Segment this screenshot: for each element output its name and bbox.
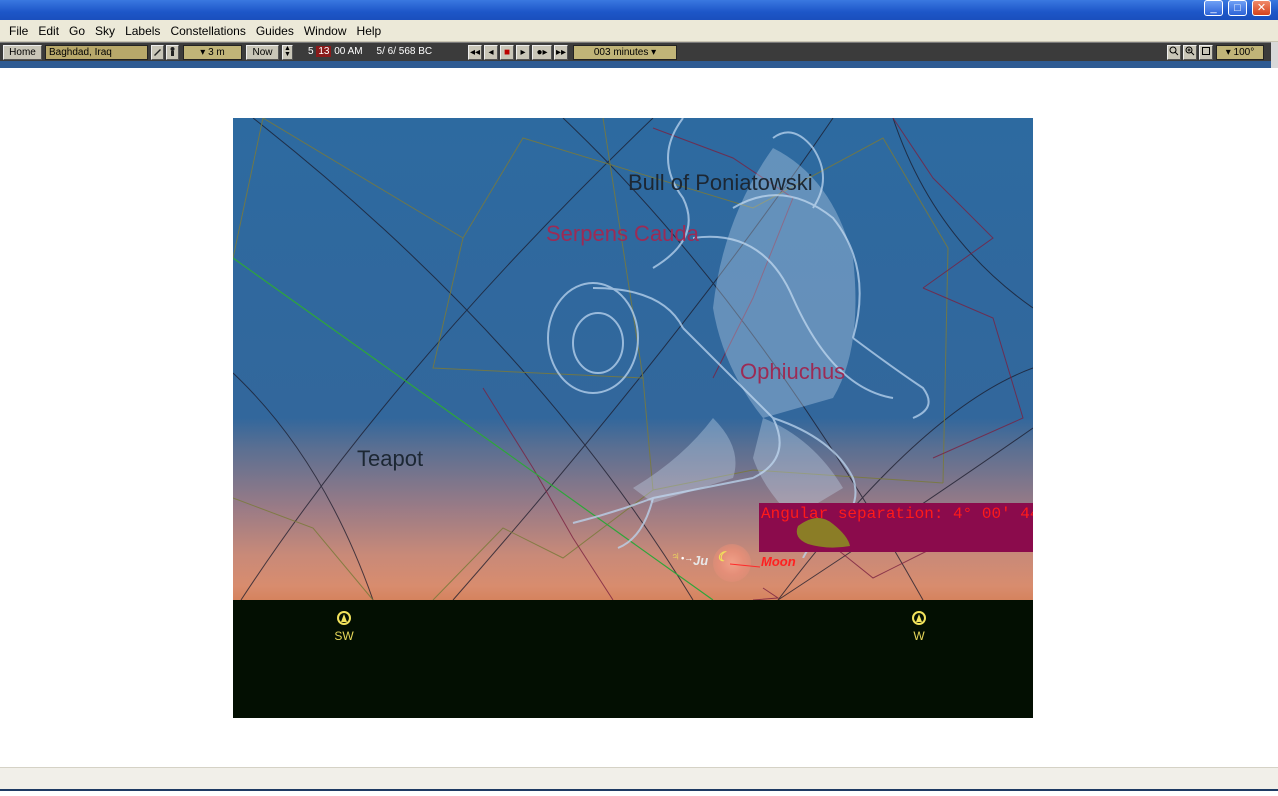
maximize-button[interactable]: □ xyxy=(1228,0,1247,16)
sky-view[interactable]: Bull of Poniatowski Serpens Cauda Ophiuc… xyxy=(233,118,1033,718)
moon-pointer-icon xyxy=(730,563,761,568)
compass-marker-icon xyxy=(337,611,351,625)
zoom-in-icon[interactable] xyxy=(1183,45,1197,60)
zoom-fit-icon[interactable] xyxy=(1199,45,1213,60)
time-hour[interactable]: 5 xyxy=(308,46,314,57)
menu-file[interactable]: File xyxy=(4,20,33,42)
date-display[interactable]: 5/ 6/ 568 BC xyxy=(377,46,433,57)
time-minute[interactable]: 13 xyxy=(316,46,332,57)
compass-sw-label: SW xyxy=(334,629,354,643)
step-back-icon[interactable]: ◂◂ xyxy=(468,45,482,60)
time-rate-dropdown[interactable]: 003 minutes ▾ xyxy=(573,45,677,60)
menu-sky[interactable]: Sky xyxy=(90,20,120,42)
menu-guides[interactable]: Guides xyxy=(251,20,299,42)
home-button[interactable]: Home xyxy=(3,45,42,60)
jupiter-icon[interactable]: ♃ xyxy=(670,548,680,563)
time-step-dropdown[interactable]: ▾ 3 m xyxy=(183,45,242,60)
zoom-level-dropdown[interactable]: ▾ 100° xyxy=(1216,45,1264,60)
menu-constellations[interactable]: Constellations xyxy=(165,20,250,42)
label-bull-of-poniatowski[interactable]: Bull of Poniatowski xyxy=(628,170,813,196)
compass-sw: SW xyxy=(329,611,359,643)
moon-label[interactable]: Moon xyxy=(761,554,796,569)
label-ophiuchus[interactable]: Ophiuchus xyxy=(740,359,845,385)
minimize-button[interactable]: _ xyxy=(1204,0,1223,16)
now-button[interactable]: Now xyxy=(246,45,279,60)
toolbar-edge xyxy=(1271,42,1278,68)
edit-location-icon[interactable] xyxy=(151,45,164,60)
compass-w-label: W xyxy=(913,629,925,643)
play-forward-icon[interactable]: ▸ xyxy=(516,45,530,60)
milky-way-patch xyxy=(796,517,850,548)
stop-icon[interactable]: ■ xyxy=(500,45,514,60)
compass-w: W xyxy=(904,611,934,643)
jupiter-pointer-icon: •→ xyxy=(681,553,694,563)
menu-bar: File Edit Go Sky Labels Constellations G… xyxy=(0,20,1278,42)
real-time-icon[interactable]: ●▸ xyxy=(532,45,552,60)
time-spinner[interactable]: ▲ ▼ xyxy=(282,45,293,60)
menu-go[interactable]: Go xyxy=(64,20,90,42)
menu-labels[interactable]: Labels xyxy=(120,20,165,42)
time-rest[interactable]: 00 AM xyxy=(334,46,362,57)
jupiter-label[interactable]: Ju xyxy=(693,553,708,568)
time-display[interactable]: 5 13 00 AM 5/ 6/ 568 BC xyxy=(308,45,468,60)
label-serpens-cauda[interactable]: Serpens Cauda xyxy=(546,221,699,247)
close-button[interactable]: ✕ xyxy=(1252,0,1271,16)
toolbar-strip xyxy=(0,61,1272,68)
moon-icon[interactable]: ☾ xyxy=(717,549,729,565)
label-teapot[interactable]: Teapot xyxy=(357,446,423,472)
toolbar: Home Baghdad, Iraq ▾ 3 m Now ▲ ▼ 5 13 00 … xyxy=(0,42,1272,61)
menu-edit[interactable]: Edit xyxy=(33,20,64,42)
play-backward-icon[interactable]: ◂ xyxy=(484,45,498,60)
step-forward-icon[interactable]: ▸▸ xyxy=(554,45,568,60)
title-bar: _ □ ✕ xyxy=(0,0,1278,20)
observer-icon[interactable] xyxy=(166,45,179,60)
menu-window[interactable]: Window xyxy=(299,20,352,42)
location-field[interactable]: Baghdad, Iraq xyxy=(45,45,148,60)
zoom-out-icon[interactable] xyxy=(1167,45,1181,60)
status-bar xyxy=(0,767,1278,789)
status-bar-border xyxy=(0,789,1278,791)
compass-marker-icon xyxy=(912,611,926,625)
menu-help[interactable]: Help xyxy=(352,20,387,42)
